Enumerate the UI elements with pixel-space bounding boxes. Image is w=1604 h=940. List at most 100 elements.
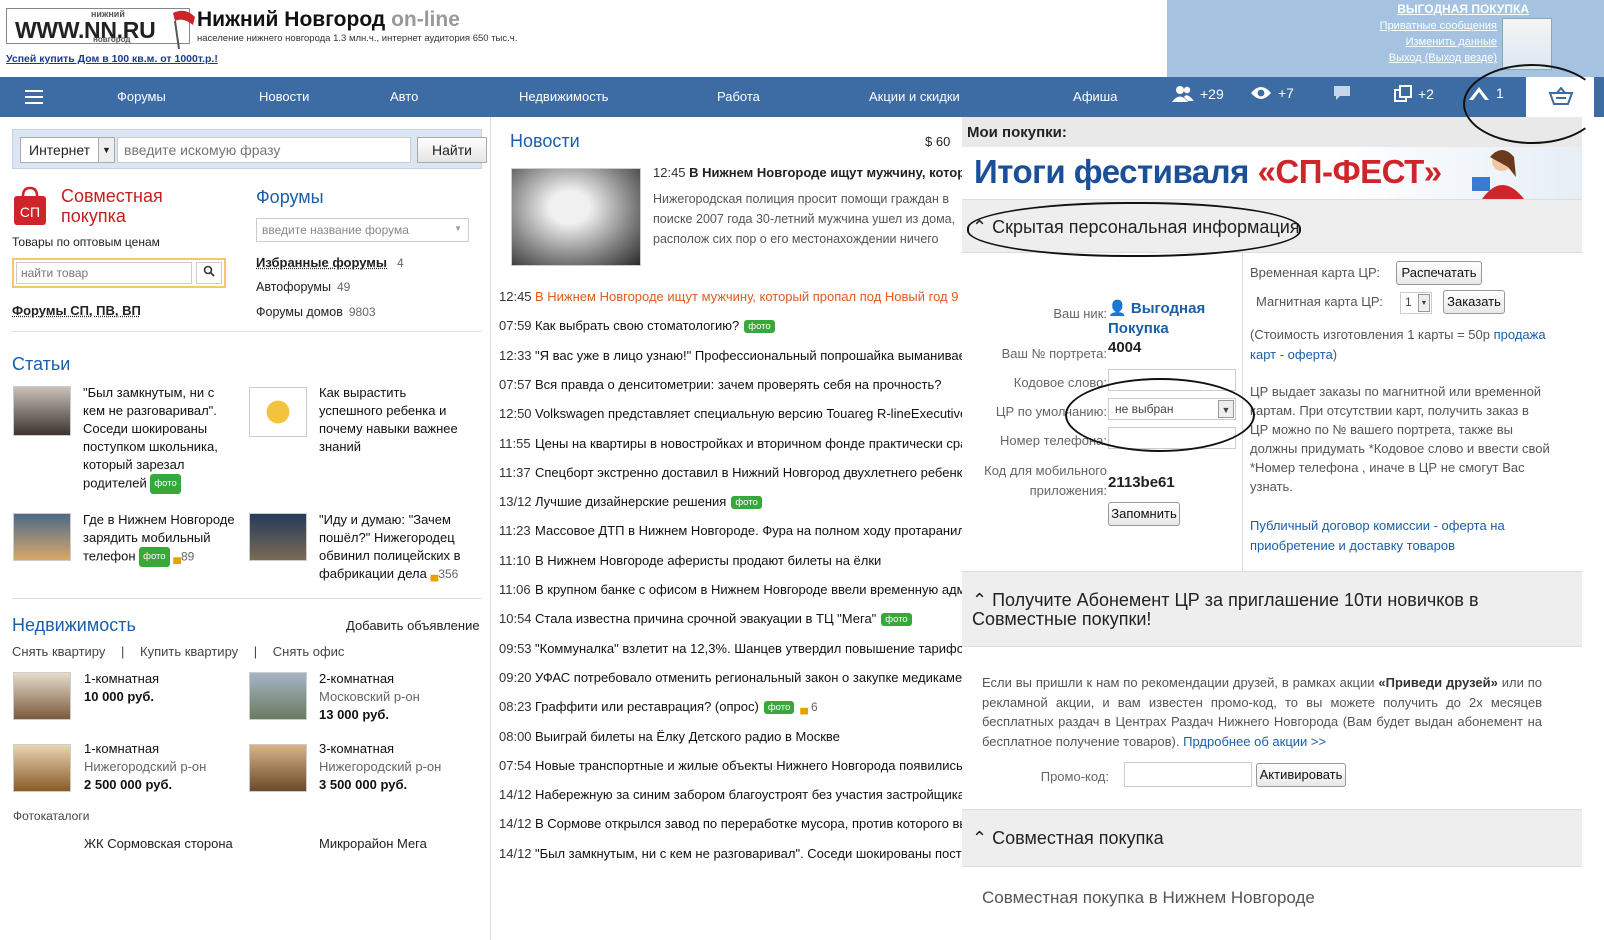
nav-deals[interactable]: Акции и скидки (869, 89, 960, 104)
news-item[interactable]: 07:59 Как выбрать свою стоматологию? фото (499, 318, 775, 334)
news-item[interactable]: 09:53 "Коммуналка" взлетит на 12,3%. Шанц… (499, 641, 966, 656)
tab-rent-office[interactable]: Снять офис (273, 644, 345, 659)
avatar[interactable] (1502, 18, 1552, 70)
promo-link[interactable]: Успей купить Дом в 100 кв.м. от 1000т.р.… (6, 53, 218, 65)
nav-jobs[interactable]: Работа (717, 89, 760, 104)
search-button[interactable]: Найти (417, 137, 487, 163)
news-item[interactable]: 14/12 Набережную за синим забором благоус… (499, 787, 965, 802)
tab-buy-flat[interactable]: Купить квартиру (140, 644, 238, 659)
search-input[interactable] (117, 137, 411, 163)
news-time: 12:50 (499, 406, 532, 422)
news-lead-photo[interactable] (511, 168, 641, 266)
photo-badge: фото (744, 320, 775, 334)
news-headline: Вся правда о денситометрии: зачем провер… (535, 376, 942, 392)
search-icon[interactable] (196, 262, 222, 284)
sp-search-input[interactable] (16, 262, 192, 284)
articles-title[interactable]: Статьи (12, 354, 70, 375)
site-subtitle: население нижнего новгорода 1.3 млн.ч., … (197, 33, 518, 44)
realty-photo[interactable] (249, 744, 307, 792)
article-item[interactable]: "Был замкнутым, ни с кем не разговаривал… (83, 384, 223, 494)
article-photo[interactable] (249, 387, 307, 437)
subscription-header[interactable]: ⌃ Получите Абонемент ЦР за приглашение 1… (962, 571, 1582, 647)
forum-auto[interactable]: Автофорумы 49 (256, 280, 350, 294)
logout-link[interactable]: Выход (Выход везде) (1389, 52, 1497, 64)
tab-rent-flat[interactable]: Снять квартиру (12, 644, 105, 659)
remember-button[interactable]: Запомнить (1108, 502, 1180, 526)
news-item[interactable]: 11:10 В Нижнем Новгороде аферисты продают… (499, 553, 881, 568)
article-photo[interactable] (13, 513, 71, 561)
messages-button[interactable] (1333, 85, 1351, 101)
realty-item[interactable]: 1-комнатная 10 000 руб. (84, 670, 159, 706)
forums-title[interactable]: Форумы (256, 187, 324, 208)
realty-item[interactable]: 3-комнатная Нижегородский р-он 3 500 000 р… (319, 740, 441, 794)
realty-item[interactable]: 2-комнатная Московский р-он 13 000 руб. (319, 670, 420, 724)
catalog-link[interactable]: Микрорайон Мега (319, 836, 427, 851)
forum-houses[interactable]: Форумы домов 9803 (256, 305, 376, 319)
news-title[interactable]: Новости (510, 131, 580, 152)
news-lead-title[interactable]: 12:45 В Нижнем Новгороде ищут мужчину, к… (653, 165, 966, 180)
catalog-link[interactable]: ЖК Сормовская сторона (84, 836, 233, 851)
news-item[interactable]: 07:57 Вся правда о денситометрии: зачем п… (499, 377, 942, 392)
realty-photo[interactable] (13, 672, 71, 720)
festival-banner[interactable]: Итоги фестиваля «СП-ФЕСТ» (962, 147, 1582, 199)
site-logo[interactable]: нижний WWW.NN.RU новгород (6, 8, 195, 50)
forum-search-select[interactable]: введите название форума ▼ (256, 218, 469, 242)
article-photo[interactable] (13, 386, 71, 436)
joint-purchase-header[interactable]: ⌃ Совместная покупка (962, 809, 1582, 867)
chat-icon (1334, 86, 1350, 100)
private-messages-link[interactable]: Приватные сообщения (1380, 20, 1497, 32)
realty-title[interactable]: Недвижимость (12, 615, 136, 636)
nav-auto[interactable]: Авто (390, 89, 418, 104)
nav-forums[interactable]: Форумы (117, 89, 166, 104)
promo-code-input[interactable] (1124, 762, 1252, 787)
activate-button[interactable]: Активировать (1256, 763, 1346, 787)
print-button[interactable]: Распечатать (1396, 261, 1482, 285)
news-item[interactable]: 09:20 УФАС потребовало отменить региональ… (499, 670, 966, 685)
news-item[interactable]: 08:00 Выиграй билеты на Ёлку Детского рад… (499, 729, 840, 744)
views-counter[interactable]: +7 (1250, 85, 1294, 101)
article-photo[interactable] (249, 513, 307, 561)
forum-favorites[interactable]: Избранные форумы 4 (256, 255, 404, 270)
article-item[interactable]: "Иду и думаю: "Зачем пошёл?" Нижегородец… (319, 511, 474, 584)
order-card-button[interactable]: Заказать (1443, 290, 1505, 314)
news-item[interactable]: 11:23 Массовое ДТП в Нижнем Новгороде. Фу… (499, 523, 965, 538)
news-item[interactable]: 11:06 В крупном банке с офисом в Нижнем Н… (499, 582, 966, 597)
edit-profile-link[interactable]: Изменить данные (1406, 36, 1497, 48)
nick-link[interactable]: 👤 Выгодная Покупка (1108, 299, 1238, 339)
news-item[interactable]: 10:54 Стала известна причина срочной эвак… (499, 611, 912, 627)
news-headline: Набережную за синим забором благоустроят… (535, 787, 965, 803)
sp-title[interactable]: Совместная покупка (61, 186, 163, 226)
user-name-link[interactable]: ВЫГОДНАЯ ПОКУПКА (1397, 2, 1529, 16)
windows-counter[interactable]: +2 (1394, 85, 1434, 103)
nav-realty[interactable]: Недвижимость (519, 89, 608, 104)
realty-item[interactable]: 1-комнатная Нижегородский р-он 2 500 000 р… (84, 740, 206, 794)
contract-link[interactable]: Публичный договор комиссии - оферта на п… (1250, 516, 1550, 556)
add-listing-link[interactable]: Добавить объявление (346, 618, 480, 633)
sp-forums-link[interactable]: Форумы СП, ПВ, ВП (12, 303, 141, 318)
news-item[interactable]: 12:33 "Я вас уже в лицо узнаю!" Профессио… (499, 348, 966, 363)
mag-card-qty-select[interactable]: 1 ▼ (1400, 292, 1432, 314)
news-item[interactable]: 11:55 Цены на квартиры в новостройках и в… (499, 436, 966, 451)
realty-photo[interactable] (249, 672, 307, 720)
article-item[interactable]: Как вырастить успешного ребенка и почему… (319, 384, 469, 456)
news-item[interactable]: 13/12 Лучшие дизайнерские решения фото (499, 494, 762, 510)
article-item[interactable]: Где в Нижнем Новгороде зарядить мобильны… (83, 511, 238, 567)
search-scope-select[interactable]: Интернет ▼ (20, 137, 115, 163)
sp-logo-icon[interactable]: СП (12, 186, 48, 226)
news-item[interactable]: 11:37 Спецборт экстренно доставил в Нижни… (499, 465, 966, 480)
code-word-label: Кодовое слово: (1013, 375, 1107, 390)
news-item[interactable]: 07:54 Новые транспортные и жилые объекты … (499, 758, 966, 773)
news-item[interactable]: 14/12 "Был замкнутым, ни с кем не разгова… (499, 846, 962, 861)
news-item[interactable]: 12:50 Volkswagen представляет специальную… (499, 406, 966, 421)
news-item[interactable]: 08:23 Граффити или реставрация? (опрос) фо… (499, 699, 818, 715)
cr-info-text: ЦР выдает заказы по магнитной или времен… (1250, 384, 1550, 494)
nav-afisha[interactable]: Афиша (1073, 89, 1117, 104)
realty-photo[interactable] (13, 744, 71, 792)
promo-more-link[interactable]: Прдробнее об акции >> (1183, 734, 1326, 749)
menu-icon[interactable] (25, 90, 43, 104)
news-item[interactable]: 12:45 В Нижнем Новгороде ищут мужчину, ко… (499, 289, 958, 304)
friends-counter[interactable]: +29 (1172, 85, 1224, 103)
nav-news[interactable]: Новости (259, 89, 309, 104)
mobile-code-label: Код для мобильного приложения: (984, 463, 1107, 498)
news-item[interactable]: 14/12 В Сормове открылся завод по перераб… (499, 816, 966, 831)
